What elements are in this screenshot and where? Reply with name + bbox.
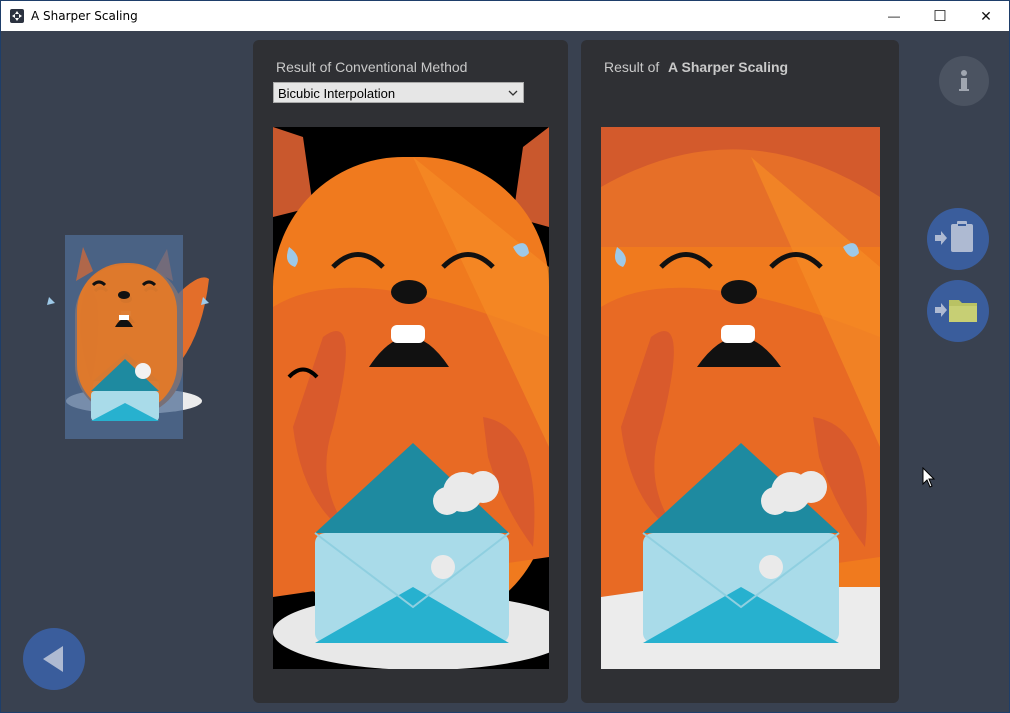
chevron-down-icon [508, 90, 518, 96]
clipboard-paste-icon [935, 221, 973, 252]
source-image-overlay [76, 247, 177, 421]
sharper-label-prefix: Result of [604, 59, 660, 75]
back-button[interactable] [23, 628, 85, 690]
maximize-icon: ☐ [933, 8, 947, 25]
paste-button[interactable] [927, 208, 989, 270]
maximize-button[interactable]: ☐ [917, 1, 963, 31]
info-button[interactable] [939, 56, 989, 106]
close-button[interactable]: ✕ [963, 1, 1009, 31]
window-title: A Sharper Scaling [31, 9, 138, 23]
conventional-label: Result of Conventional Method [276, 59, 468, 75]
folder-open-icon [935, 300, 977, 322]
method-select[interactable]: Bicubic Interpolation [273, 82, 524, 103]
method-select-value: Bicubic Interpolation [278, 86, 396, 101]
sharper-result-image [601, 127, 880, 669]
close-icon: ✕ [980, 7, 992, 24]
open-folder-button[interactable] [927, 280, 989, 342]
source-thumbnail[interactable] [31, 235, 221, 441]
sharper-label-app: A Sharper Scaling [668, 59, 789, 75]
title-bar: A Sharper Scaling — ☐ ✕ [1, 1, 1009, 31]
back-arrow-icon [43, 646, 63, 672]
conventional-result-image [273, 127, 549, 669]
app-window: A Sharper Scaling — ☐ ✕ Result of Conven… [0, 0, 1010, 713]
minimize-icon: — [888, 9, 900, 23]
info-icon [959, 70, 969, 91]
app-icon [10, 9, 24, 23]
mouse-cursor-icon [922, 467, 936, 488]
minimize-button[interactable]: — [871, 1, 917, 31]
